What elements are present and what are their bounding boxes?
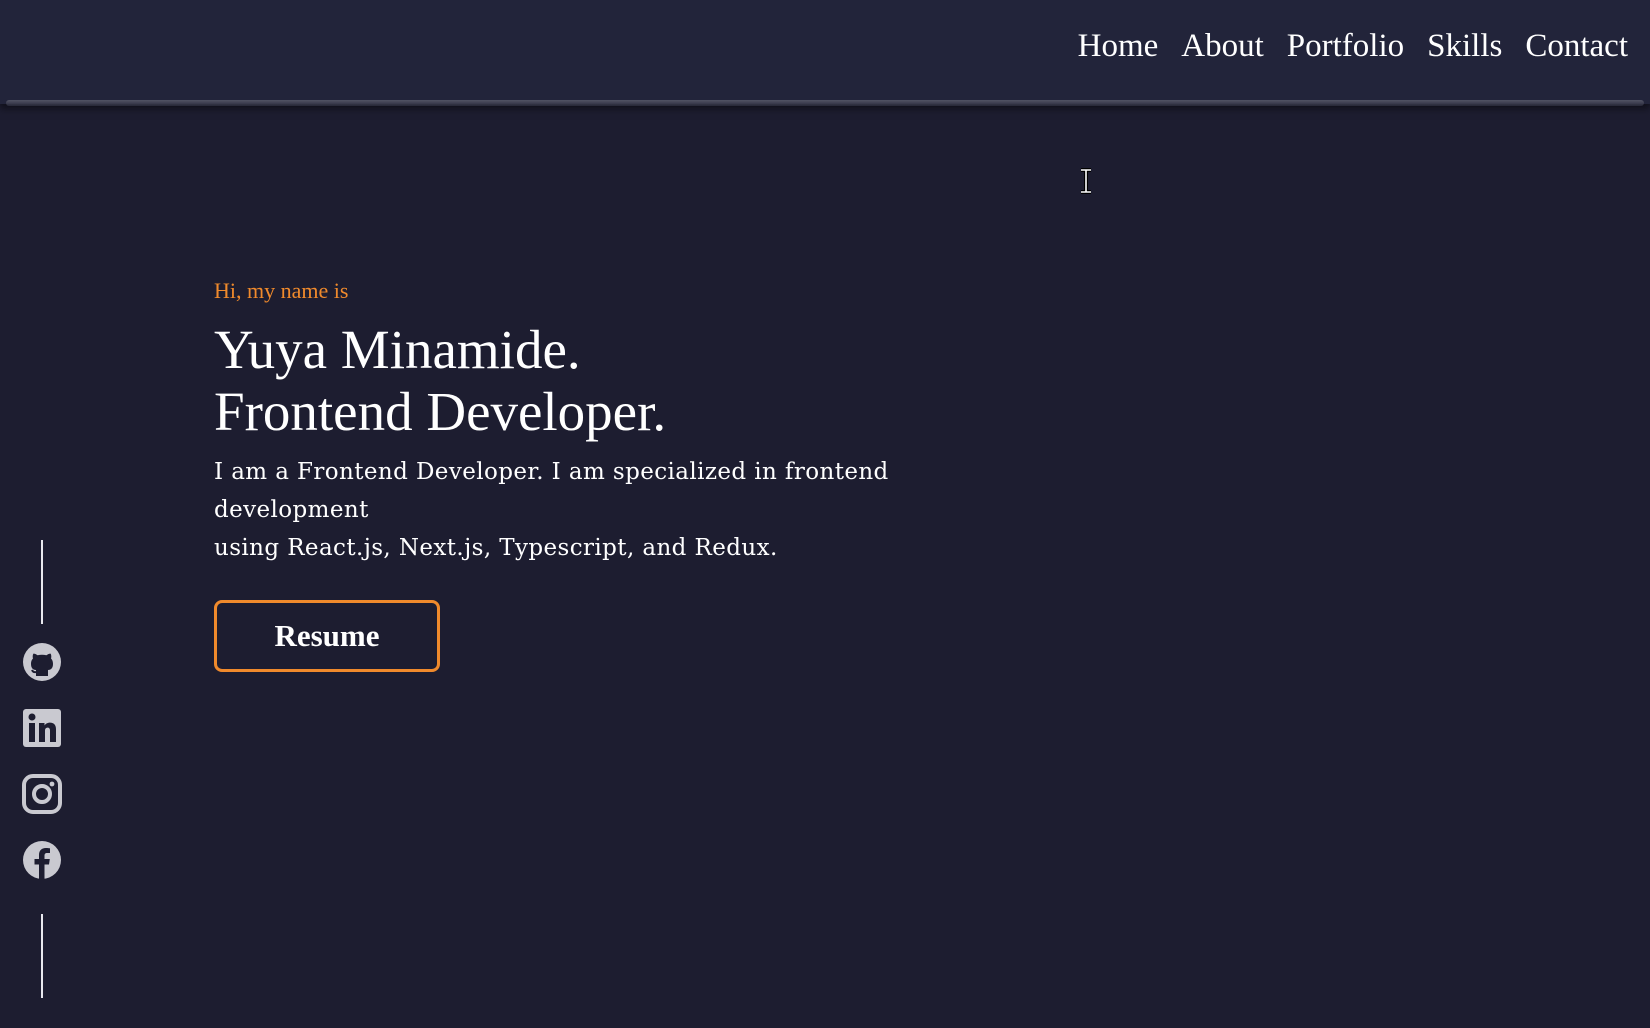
intro-line-2: using React.js, Next.js, Typescript, and… bbox=[214, 535, 778, 561]
top-navbar: Home About Portfolio Skills Contact bbox=[0, 0, 1650, 104]
navbar-shadow-divider bbox=[6, 100, 1644, 106]
nav-link-home[interactable]: Home bbox=[1078, 26, 1159, 66]
github-icon[interactable] bbox=[22, 640, 62, 684]
instagram-icon[interactable] bbox=[22, 772, 62, 816]
hero-title: Frontend Developer. bbox=[214, 381, 667, 442]
linkedin-icon[interactable] bbox=[22, 706, 62, 750]
nav-link-skills[interactable]: Skills bbox=[1427, 26, 1502, 66]
social-rail-line-bottom bbox=[41, 914, 43, 998]
facebook-icon[interactable] bbox=[22, 838, 62, 882]
greeting-text: Hi, my name is bbox=[214, 278, 349, 303]
nav-link-about[interactable]: About bbox=[1181, 26, 1264, 66]
hero-name: Yuya Minamide. bbox=[214, 319, 581, 380]
text-cursor-icon bbox=[1081, 168, 1091, 194]
resume-button[interactable]: Resume bbox=[214, 600, 440, 672]
page: Home About Portfolio Skills Contact Hi, … bbox=[0, 0, 1650, 1028]
nav-link-contact[interactable]: Contact bbox=[1525, 26, 1628, 66]
social-rail-line-top bbox=[41, 540, 43, 624]
hero-heading: Yuya Minamide. Frontend Developer. bbox=[214, 319, 1114, 443]
intro-line-1: I am a Frontend Developer. I am speciali… bbox=[214, 459, 889, 523]
nav-link-portfolio[interactable]: Portfolio bbox=[1287, 26, 1404, 66]
hero-intro: I am a Frontend Developer. I am speciali… bbox=[214, 453, 1044, 567]
hero-section: Hi, my name is Yuya Minamide. Frontend D… bbox=[214, 276, 1114, 567]
nav-links: Home About Portfolio Skills Contact bbox=[1078, 26, 1628, 66]
